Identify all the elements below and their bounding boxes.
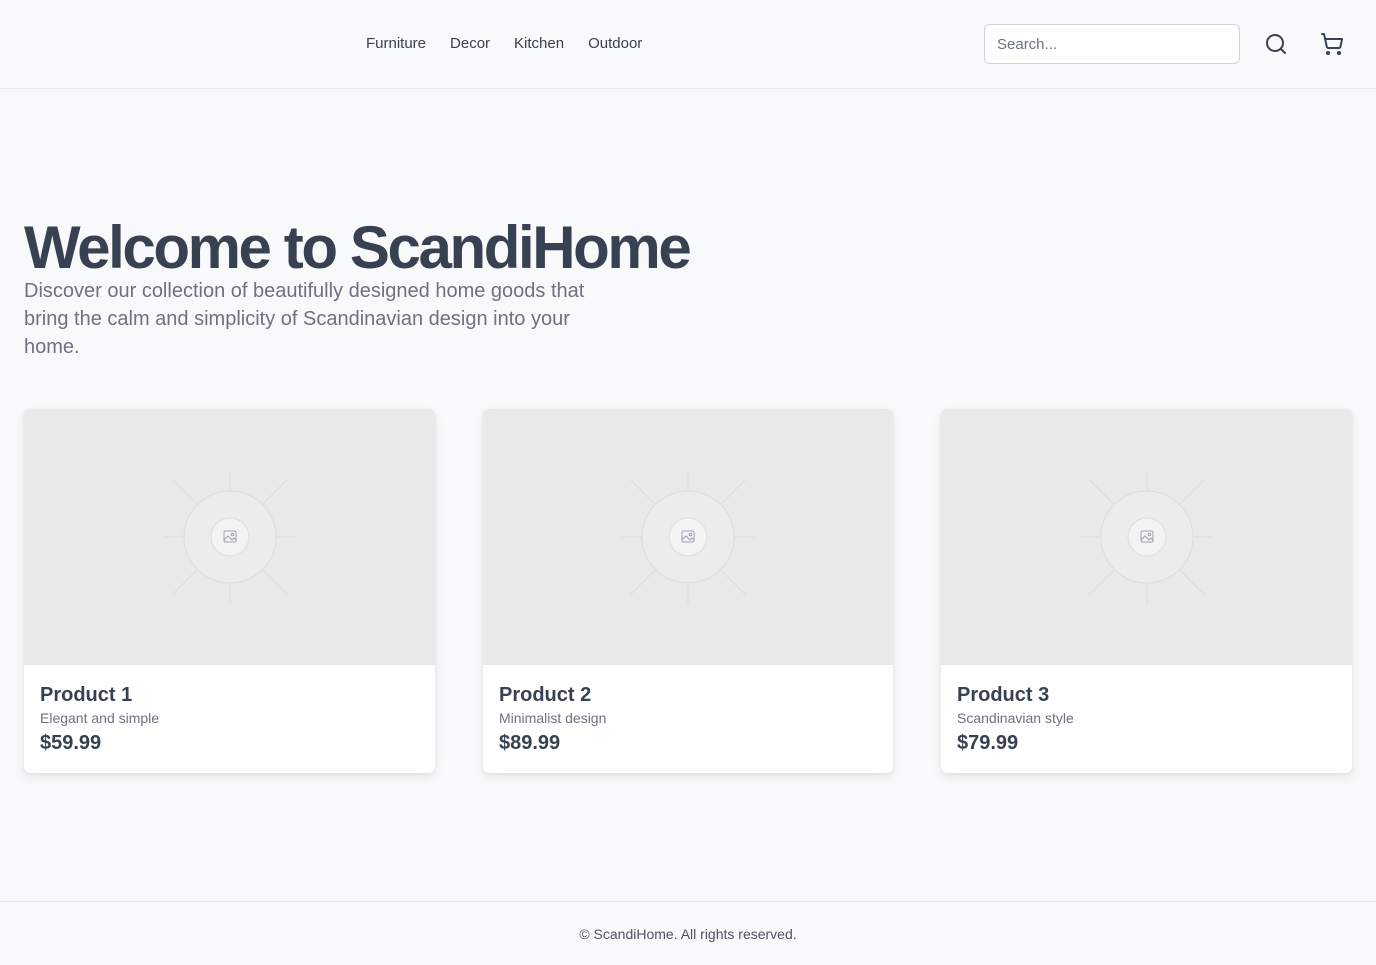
nav-item-decor[interactable]: Decor xyxy=(450,34,490,54)
cart-icon xyxy=(1321,33,1344,55)
search-input[interactable] xyxy=(984,24,1240,64)
product-description: Scandinavian style xyxy=(957,710,1074,726)
hero-title: Welcome to ScandiHome xyxy=(24,214,692,281)
site-header: Furniture Decor Kitchen Outdoor xyxy=(0,0,1376,89)
image-placeholder-icon xyxy=(622,471,754,603)
nav-item-kitchen[interactable]: Kitchen xyxy=(514,34,564,54)
cart-button[interactable] xyxy=(1318,30,1346,58)
product-name: Product 2 xyxy=(499,684,592,706)
search-icon xyxy=(1266,34,1286,54)
product-description: Elegant and simple xyxy=(40,710,160,726)
image-placeholder-icon xyxy=(163,471,296,603)
product-card[interactable]: Product 1 Elegant and simple $59.99 xyxy=(24,409,435,773)
product-image xyxy=(941,409,1352,665)
product-price: $89.99 xyxy=(499,732,561,754)
product-price: $79.99 xyxy=(957,732,1019,754)
copyright-text: © ScandiHome. All rights reserved. xyxy=(579,925,797,942)
nav-item-furniture[interactable]: Furniture xyxy=(366,34,426,54)
product-description: Minimalist design xyxy=(499,710,607,726)
product-card[interactable]: Product 2 Minimalist design $89.99 xyxy=(483,409,893,773)
image-placeholder-icon xyxy=(1080,471,1213,603)
product-name: Product 1 xyxy=(40,684,133,706)
main-nav: Furniture Decor Kitchen Outdoor xyxy=(366,34,642,54)
product-name: Product 3 xyxy=(957,684,1050,706)
product-price: $59.99 xyxy=(40,732,102,754)
product-image xyxy=(483,409,893,665)
search-button[interactable] xyxy=(1262,30,1290,58)
product-card[interactable]: Product 3 Scandinavian style $79.99 xyxy=(941,409,1352,773)
nav-item-outdoor[interactable]: Outdoor xyxy=(588,34,642,54)
site-footer: © ScandiHome. All rights reserved. xyxy=(0,901,1376,965)
product-image xyxy=(24,409,435,665)
hero-subtitle: Discover our collection of beautifully d… xyxy=(24,280,585,358)
